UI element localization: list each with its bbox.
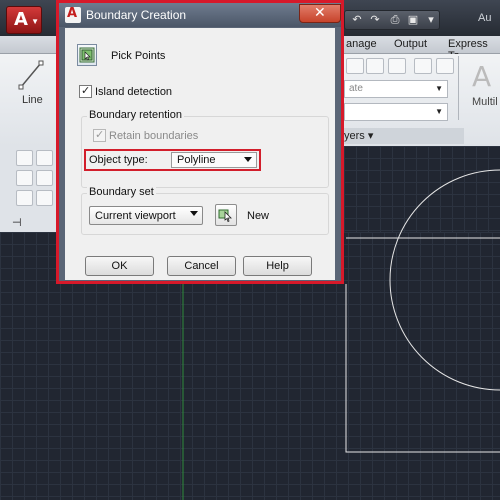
hatch-icon[interactable]	[16, 170, 33, 186]
object-type-label: Object type:	[89, 154, 148, 166]
chevron-down-icon[interactable]: ▾	[423, 13, 439, 27]
quick-access-toolbar: ↶ ↷ ⎙ ▣ ▾	[344, 10, 440, 30]
pick-points-label: Pick Points	[111, 50, 166, 62]
line-tool-button[interactable]: Line	[12, 56, 52, 114]
save-icon[interactable]: ▣	[405, 13, 421, 27]
layer-state-dropdown[interactable]: ▼	[344, 103, 448, 121]
pick-points-icon	[79, 47, 95, 63]
multiline-text-button[interactable]: A Multil	[466, 58, 500, 118]
pick-points-button[interactable]	[77, 44, 97, 66]
retain-boundaries-checkbox[interactable]: ✓	[93, 128, 106, 142]
dialog-titlebar[interactable]: A Boundary Creation ✕	[59, 3, 341, 27]
drawing-canvas-upper[interactable]	[344, 146, 500, 232]
chevron-down-icon: ▼	[435, 84, 443, 93]
new-boundary-set-button[interactable]	[215, 204, 237, 226]
checkmark-icon: ✓	[81, 84, 91, 97]
pin-icon[interactable]: ⊣	[12, 216, 22, 229]
close-icon: ✕	[314, 5, 326, 21]
ok-button[interactable]: OK	[85, 256, 154, 276]
tab-manage[interactable]: anage	[346, 38, 377, 50]
layer-dropdown[interactable]: ate ▼	[344, 80, 448, 98]
chevron-down-icon: ▼	[31, 17, 39, 26]
modify-tool-icon[interactable]	[436, 58, 454, 74]
chevron-down-icon: ▼	[435, 107, 443, 116]
dialog-title: Boundary Creation	[86, 8, 187, 22]
checkmark-icon: ✓	[95, 128, 105, 141]
object-type-dropdown[interactable]: Polyline	[171, 152, 257, 168]
redo-icon[interactable]: ↷	[367, 13, 383, 27]
cancel-button[interactable]: Cancel	[167, 256, 236, 276]
dialog-body: Pick Points ✓ Island detection Boundary …	[65, 28, 335, 280]
boundary-set-title: Boundary set	[87, 186, 156, 198]
draw-tools-panel	[0, 146, 56, 232]
ribbon-separator	[458, 56, 459, 120]
autocad-app-icon: A	[65, 6, 81, 23]
text-a-icon: A	[472, 60, 492, 93]
print-icon[interactable]: ⎙	[387, 13, 403, 27]
island-detection-checkbox[interactable]: ✓	[79, 84, 92, 98]
modify-tool-icon[interactable]	[366, 58, 384, 74]
chevron-down-icon	[190, 211, 198, 216]
application-menu-button[interactable]: A ▼	[6, 6, 42, 34]
layer-dropdown-text: ate	[349, 83, 363, 94]
boundary-set-dropdown[interactable]: Current viewport	[89, 206, 203, 225]
tab-output[interactable]: Output	[394, 38, 427, 50]
boundary-retention-title: Boundary retention	[87, 109, 184, 121]
multiline-text-label: Multil	[472, 96, 498, 108]
boundary-creation-dialog: A Boundary Creation ✕ Pick Points ✓ Isla…	[56, 0, 344, 284]
polygon-icon[interactable]	[36, 150, 53, 166]
close-button[interactable]: ✕	[299, 4, 341, 23]
object-type-value: Polyline	[177, 154, 216, 166]
help-button[interactable]: Help	[243, 256, 312, 276]
table-icon[interactable]	[36, 190, 53, 206]
new-label: New	[247, 210, 270, 222]
chevron-down-icon	[244, 157, 252, 162]
region-icon[interactable]	[16, 190, 33, 206]
boundary-set-value: Current viewport	[95, 210, 176, 222]
modify-tool-icon[interactable]	[388, 58, 406, 74]
modify-tool-icon[interactable]	[414, 58, 432, 74]
window-title: Au	[478, 12, 492, 24]
undo-icon[interactable]: ↶	[349, 13, 365, 27]
gradient-icon[interactable]	[36, 170, 53, 186]
autocad-logo-icon: A	[14, 9, 28, 30]
island-detection-label: Island detection	[95, 86, 173, 98]
modify-tool-icon[interactable]	[346, 58, 364, 74]
retain-boundaries-label: Retain boundaries	[109, 130, 199, 142]
line-tool-label: Line	[22, 94, 43, 106]
polyline-icon[interactable]	[16, 150, 33, 166]
select-objects-icon	[218, 209, 232, 223]
line-icon	[18, 60, 44, 90]
layers-panel-title[interactable]: yers ▾	[344, 128, 464, 144]
